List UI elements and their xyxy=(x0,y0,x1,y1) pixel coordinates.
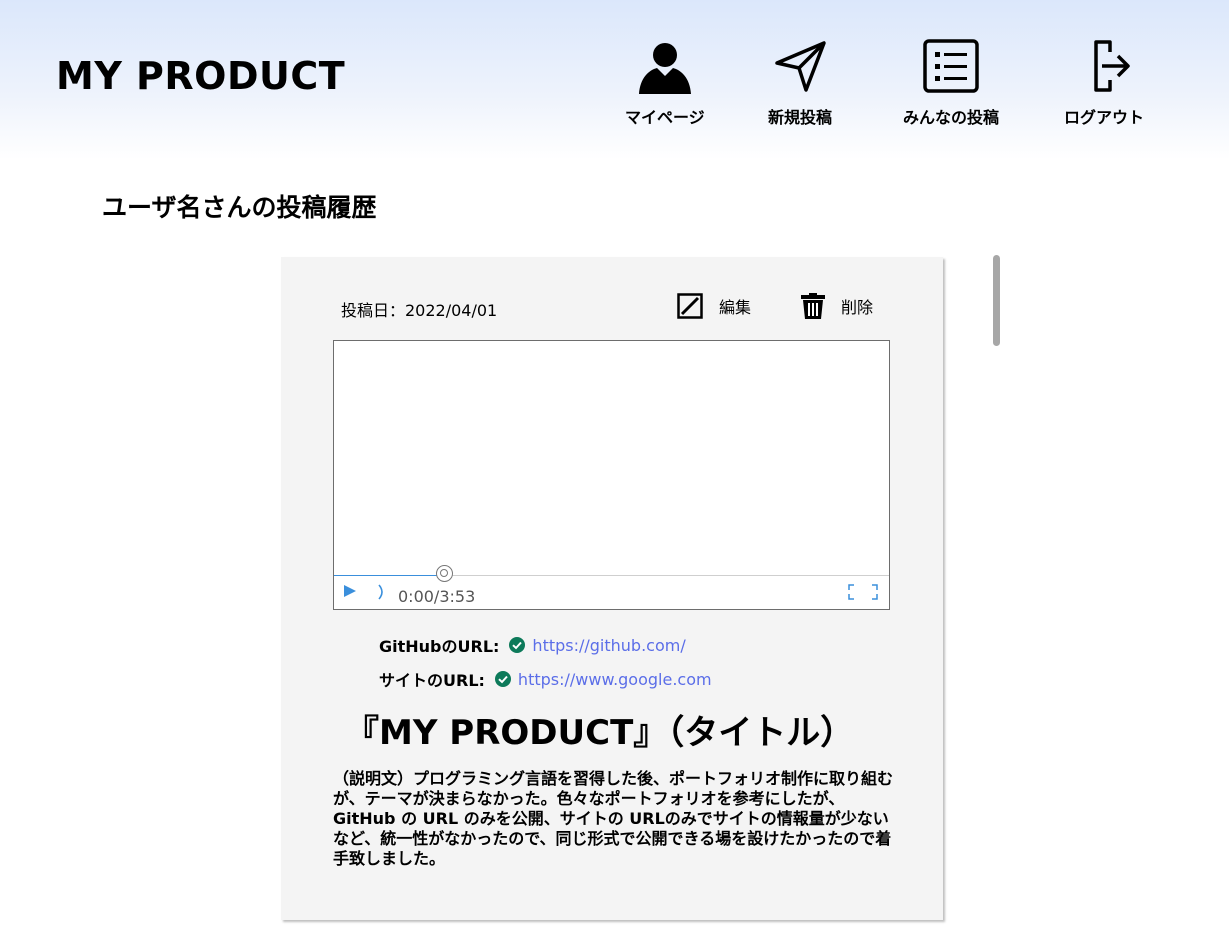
edit-button[interactable]: 編集 xyxy=(677,293,751,319)
check-circle-icon xyxy=(509,637,526,653)
video-player[interactable]: 0:00/3:53 xyxy=(333,340,890,610)
site-url-label: サイトのURL: xyxy=(379,671,485,690)
seek-handle[interactable] xyxy=(436,565,453,582)
github-url-link[interactable]: https://github.com/ xyxy=(532,636,685,655)
nav-new-post-label: 新規投稿 xyxy=(768,108,833,127)
edit-label: 編集 xyxy=(719,298,752,317)
logout-icon xyxy=(1094,40,1130,92)
brand-logo[interactable]: MY PRODUCT xyxy=(56,54,345,98)
seek-bar[interactable] xyxy=(334,565,889,582)
nav-new-post[interactable]: 新規投稿 xyxy=(768,38,832,128)
nav-all-posts-label: みんなの投稿 xyxy=(903,108,1000,127)
fullscreen-icon[interactable] xyxy=(848,584,878,600)
user-icon xyxy=(638,43,691,94)
edit-icon xyxy=(677,293,703,319)
page-title: ユーザ名さんの投稿履歴 xyxy=(102,193,377,222)
send-icon xyxy=(775,41,826,92)
nav-mypage[interactable]: マイページ xyxy=(625,38,705,128)
product-description: （説明文）プログラミング言語を習得した後、ポートフォリオ制作に取り組むが、テーマ… xyxy=(333,769,894,868)
scrollbar[interactable] xyxy=(993,255,1000,346)
video-controls: 0:00/3:53 xyxy=(334,565,889,609)
nav-logout-label: ログアウト xyxy=(1064,108,1145,127)
delete-button[interactable]: 削除 xyxy=(801,293,873,319)
github-url-label: GitHubのURL: xyxy=(379,637,500,656)
site-url-link[interactable]: https://www.google.com xyxy=(518,670,712,689)
product-title: 『MY PRODUCT』（タイトル） xyxy=(345,713,855,753)
post-card: 投稿日：2022/04/01 編集 削除 0:00/3:53 GitHubのUR… xyxy=(281,257,943,920)
nav-mypage-label: マイページ xyxy=(625,108,705,127)
trash-icon xyxy=(801,293,825,319)
nav-all-posts[interactable]: みんなの投稿 xyxy=(903,38,999,128)
check-circle-icon xyxy=(494,671,511,687)
header: MY PRODUCT マイページ 新規投稿 みんなの投稿 ログアウト xyxy=(0,0,1229,160)
volume-icon[interactable] xyxy=(376,583,386,601)
nav-logout[interactable]: ログアウト xyxy=(1064,38,1144,128)
site-url-row: サイトのURL: https://www.google.com xyxy=(379,667,712,691)
seek-progress xyxy=(334,575,445,576)
post-date: 投稿日：2022/04/01 xyxy=(341,301,498,320)
github-url-row: GitHubのURL: https://github.com/ xyxy=(379,633,686,657)
list-icon xyxy=(923,39,979,93)
video-time: 0:00/3:53 xyxy=(398,587,476,606)
play-icon[interactable] xyxy=(343,584,357,598)
delete-label: 削除 xyxy=(841,298,874,317)
